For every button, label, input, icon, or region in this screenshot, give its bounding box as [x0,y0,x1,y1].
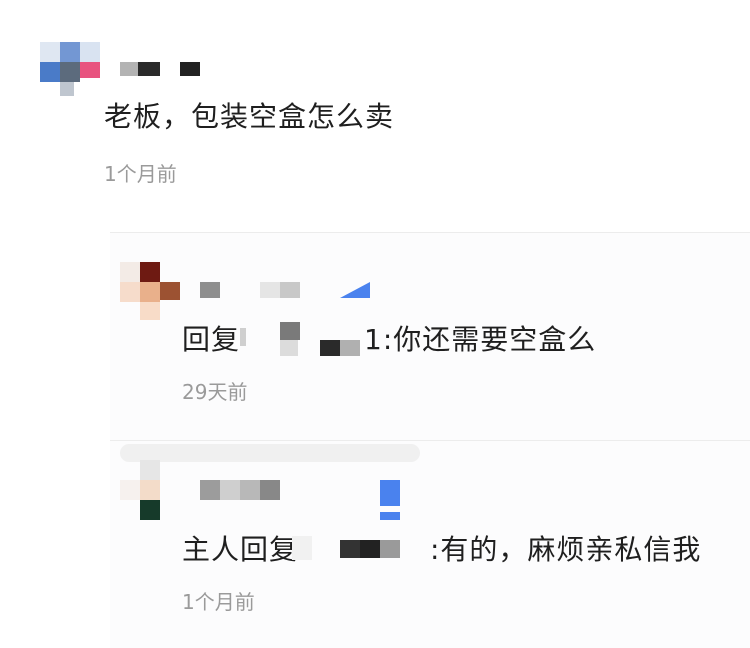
reply-divider [110,440,750,441]
username-blurred[interactable] [120,62,202,76]
comment-time: 1个月前 [104,162,177,186]
mention-blurred[interactable] [292,536,432,562]
reply-prefix: 回复 [182,323,241,356]
comment-text: 老板，包装空盒怎么卖 [104,100,395,133]
reply-prefix: 主人回复 [182,533,299,566]
owner-username-blurred[interactable] [200,480,410,522]
reply-divider [110,232,750,233]
reply-body: :有的，麻烦亲私信我 [430,533,702,566]
reply-text: 主人回复 [182,528,298,568]
reply-body: 1:你还需要空盒么 [364,323,597,356]
owner-avatar[interactable] [120,460,182,522]
mention-blurred[interactable] [240,318,362,360]
user-avatar[interactable] [40,42,102,98]
reply-time: 1个月前 [182,590,255,614]
reply-text: 回复 [182,318,240,358]
reply-time: 29天前 [182,380,248,404]
reply-username-blurred[interactable] [200,282,380,300]
reply-avatar[interactable] [120,262,182,322]
